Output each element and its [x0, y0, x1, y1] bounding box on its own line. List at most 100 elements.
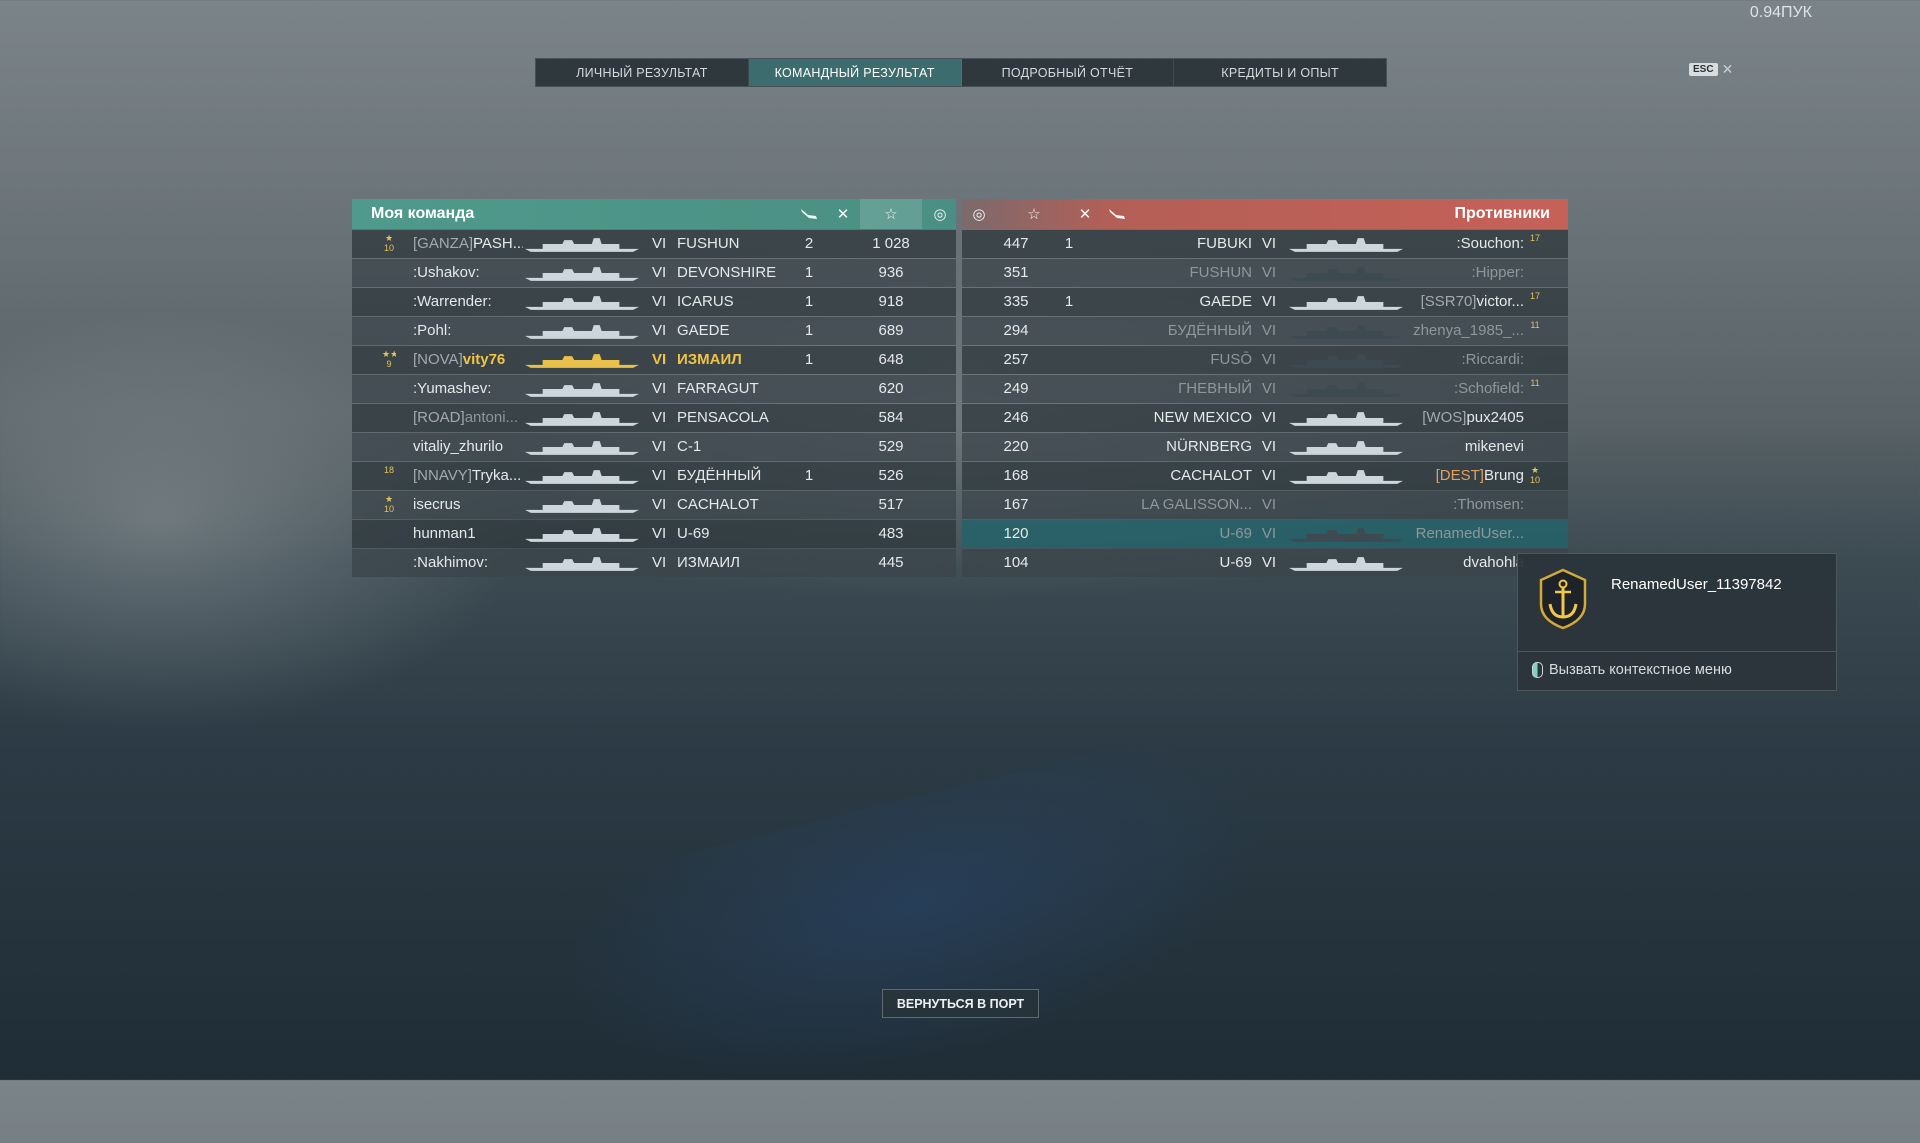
ship-tier: VI — [1261, 380, 1277, 397]
player-name-cell[interactable]: :Pohl: — [413, 317, 523, 345]
player-name-cell[interactable]: :Souchon: — [1402, 230, 1524, 258]
ship-tier: VI — [1261, 496, 1277, 513]
tab-credits-xp[interactable]: КРЕДИТЫ И ОПЫТ — [1174, 59, 1386, 86]
enemy-row[interactable]: 220 NÜRNBERG VI mikenevi — [962, 433, 1568, 461]
ship-silhouette-icon — [523, 467, 641, 485]
player-name-cell[interactable]: :Riccardi: — [1402, 346, 1524, 374]
player-name-cell[interactable]: :Warrender: — [413, 288, 523, 316]
esc-close[interactable]: ESC ✕ — [1689, 61, 1733, 78]
player-name-cell[interactable]: :Yumashev: — [413, 375, 523, 403]
player-name-cell[interactable]: :Hipper: — [1402, 259, 1524, 287]
my-team-row[interactable]: 18 [NNAVY]Tryka... VI БУДЁННЫЙ 1 526 — [352, 462, 956, 490]
close-icon[interactable]: ✕ — [1722, 61, 1734, 78]
enemy-row[interactable]: 447 1 FUBUKI VI:Souchon: 17 — [962, 230, 1568, 258]
player-name-cell[interactable]: :Nakhimov: — [413, 549, 523, 577]
player-name-cell[interactable]: [NOVA]vity76 — [413, 346, 523, 374]
player-rank — [1528, 523, 1542, 545]
my-team-row[interactable]: ★ 10 [GANZA]PASH... VI FUSHUN 2 1 028 — [352, 230, 956, 258]
player-name-cell[interactable]: mikenevi — [1402, 433, 1524, 461]
crossed-swords-icon[interactable]: ✕ — [1068, 199, 1102, 229]
player-name-cell[interactable]: :Ushakov: — [413, 259, 523, 287]
player-rank: 11 — [1530, 320, 1540, 330]
tooltip-context-hint[interactable]: Вызвать контекстное меню — [1532, 662, 1732, 678]
anchor-icon — [1539, 568, 1587, 630]
return-to-port-button[interactable]: ВЕРНУТЬСЯ В ПОРТ — [882, 989, 1039, 1018]
enemy-row[interactable]: 294 БУДЁННЫЙ VI zhenya_1985_... 11 — [962, 317, 1568, 345]
base-xp: 249 — [1003, 380, 1029, 397]
tab-personal-result[interactable]: ЛИЧНЫЙ РЕЗУЛЬТАТ — [536, 59, 749, 86]
player-name-cell[interactable]: vitaliy_zhurilo — [413, 433, 523, 461]
star-icon[interactable]: ☆ — [1017, 199, 1051, 229]
enemy-row[interactable]: 168 CACHALOT VI [DEST]Brung ★ 10 — [962, 462, 1568, 490]
player-rank: ★ 10 — [383, 233, 394, 253]
player-name-cell[interactable]: hunman1 — [413, 520, 523, 548]
my-team-header: Моя команда ✕ ☆ ◎ — [352, 199, 956, 229]
player-name: :Schofield: — [1453, 380, 1524, 397]
tab-detailed-report[interactable]: ПОДРОБНЫЙ ОТЧЁТ — [962, 59, 1175, 86]
star-icon[interactable]: ☆ — [860, 199, 922, 229]
player-name-cell[interactable]: :Thomsen: — [1402, 491, 1524, 519]
tab-team-result[interactable]: КОМАНДНЫЙ РЕЗУЛЬТАТ — [748, 59, 962, 86]
ship-silhouette-icon — [1287, 554, 1405, 572]
my-team-row[interactable]: :Pohl: VI GAEDE 1 689 — [352, 317, 956, 345]
player-name-cell[interactable]: :Schofield: — [1402, 375, 1524, 403]
ship-name: DEVONSHIRE — [677, 264, 777, 281]
enemy-row[interactable]: 335 1 GAEDE VI [SSR70]victor... 17 — [962, 288, 1568, 316]
player-name-cell[interactable]: zhenya_1985_... — [1402, 317, 1524, 345]
ship-silhouette-icon — [523, 409, 641, 427]
my-team-row[interactable]: :Yumashev: VI FARRAGUT 620 — [352, 375, 956, 403]
ship-name: U-69 — [1219, 554, 1252, 571]
player-name-cell[interactable]: [ROAD]antoni... — [413, 404, 523, 432]
my-team-row[interactable]: :Ushakov: VI DEVONSHIRE 1 936 — [352, 259, 956, 287]
kills-count: 1 — [1064, 235, 1074, 252]
plane-icon[interactable] — [1100, 199, 1134, 229]
kills-count — [1052, 549, 1086, 577]
player-name-cell[interactable]: RenamedUser... — [1402, 520, 1524, 548]
player-rank — [1528, 349, 1542, 371]
enemy-row[interactable]: 249 ГНЕВНЫЙ VI:Schofield: 11 — [962, 375, 1568, 403]
base-xp: 529 — [878, 438, 904, 455]
base-capture-icon[interactable]: ◎ — [962, 199, 996, 229]
crossed-swords-icon[interactable]: ✕ — [826, 199, 860, 229]
player-name-cell[interactable]: [DEST]Brung — [1402, 462, 1524, 490]
my-team-row[interactable]: [ROAD]antoni... VI PENSACOLA 584 — [352, 404, 956, 432]
my-team-row[interactable]: :Nakhimov: VI ИЗМАИЛ 445 — [352, 549, 956, 577]
enemy-row[interactable]: 257 FUSŌ VI:Riccardi: — [962, 346, 1568, 374]
enemy-row[interactable]: 104 U-69 VI dvahohla — [962, 549, 1568, 577]
my-team-row[interactable]: hunman1 VI U-69 483 — [352, 520, 956, 548]
ship-name: БУДЁННЫЙ — [677, 467, 762, 484]
my-team-row[interactable]: :Warrender: VI ICARUS 1 918 — [352, 288, 956, 316]
ship-silhouette-icon — [523, 322, 641, 340]
player-name-cell[interactable]: isecrus — [413, 491, 523, 519]
player-name: :Thomsen: — [1453, 496, 1524, 513]
player-name-cell[interactable]: [SSR70]victor... — [1402, 288, 1524, 316]
my-team-row[interactable]: ★ 10 isecrus VI CACHALOT 517 — [352, 491, 956, 519]
player-name: :Warrender: — [413, 293, 492, 310]
my-team-row[interactable]: ★★ 9 [NOVA]vity76 VI ИЗМАИЛ 1 648 — [352, 346, 956, 374]
player-name-cell[interactable]: [GANZA]PASH... — [413, 230, 523, 258]
ship-name: ИЗМАИЛ — [677, 554, 740, 571]
player-name-cell[interactable]: dvahohla — [1402, 549, 1524, 577]
enemy-row[interactable]: 246 NEW MEXICO VI [WOS]pux2405 — [962, 404, 1568, 432]
base-xp: 167 — [1003, 496, 1029, 513]
base-capture-icon[interactable]: ◎ — [923, 199, 957, 229]
mouse-icon — [1532, 662, 1543, 678]
base-xp: 584 — [878, 409, 904, 426]
my-team-row[interactable]: vitaliy_zhurilo VI C-1 529 — [352, 433, 956, 461]
ship-tier: VI — [652, 380, 667, 397]
result-tabs: ЛИЧНЫЙ РЕЗУЛЬТАТ КОМАНДНЫЙ РЕЗУЛЬТАТ ПОД… — [535, 58, 1387, 87]
enemy-row[interactable]: 351 FUSHUN VI:Hipper: — [962, 259, 1568, 287]
player-name-cell[interactable]: [WOS]pux2405 — [1402, 404, 1524, 432]
player-name: mikenevi — [1464, 438, 1524, 455]
table-row: ★ 10 [GANZA]PASH... VI FUSHUN 2 1 028 447 1 FUBU… — [352, 230, 1568, 259]
player-name-cell[interactable]: [NNAVY]Tryka... — [413, 462, 523, 490]
player-rank — [382, 320, 396, 342]
kills-count — [792, 433, 826, 461]
enemy-row[interactable]: 167 LA GALISSON... VI:Thomsen: — [962, 491, 1568, 519]
player-rank — [1528, 407, 1542, 429]
enemy-row[interactable]: 120 U-69 VI RenamedUser... — [962, 520, 1568, 548]
esc-key-label: ESC — [1689, 63, 1718, 76]
player-rank — [382, 291, 396, 313]
player-name: :Yumashev: — [413, 380, 492, 397]
plane-icon[interactable] — [792, 199, 826, 229]
